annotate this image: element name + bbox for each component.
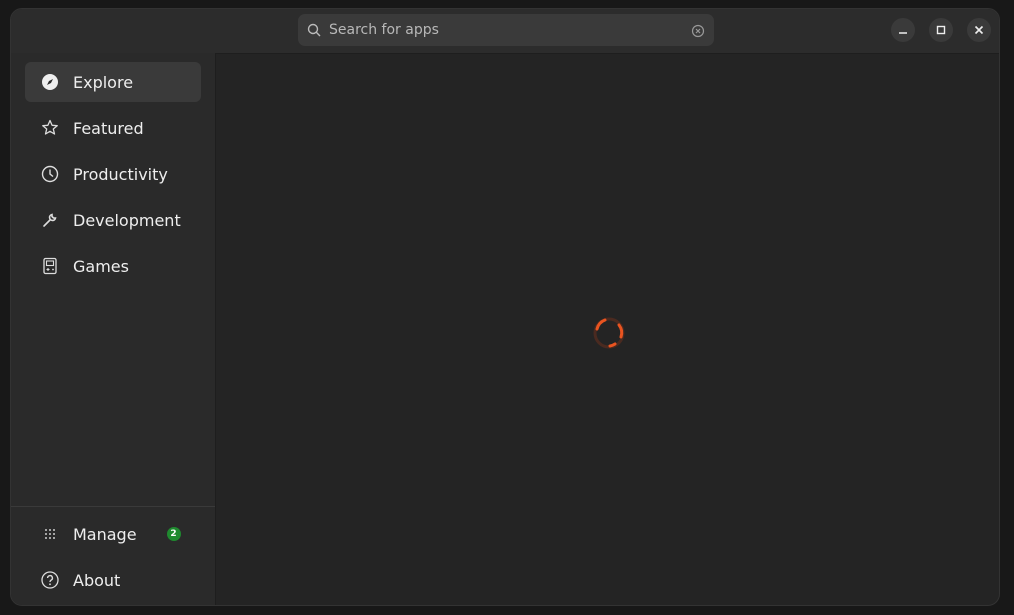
close-button[interactable]: [967, 18, 991, 42]
search-icon: [307, 22, 321, 41]
sidebar-item-featured[interactable]: Featured: [25, 108, 201, 148]
updates-badge: 2: [166, 527, 181, 541]
maximize-button[interactable]: [929, 18, 953, 42]
sidebar-divider: [11, 506, 215, 507]
sidebar-item-about[interactable]: About: [25, 560, 201, 600]
sidebar-item-explore[interactable]: Explore: [25, 62, 201, 102]
clear-search-icon[interactable]: [691, 23, 705, 42]
sidebar-item-label: Development: [73, 210, 181, 230]
star-icon: [40, 118, 60, 138]
sidebar-item-label: Featured: [73, 118, 144, 138]
sidebar-item-development[interactable]: Development: [25, 200, 201, 240]
loading-spinner: [591, 315, 627, 355]
header-bar: [11, 9, 999, 54]
sidebar: Explore Featured Productivity Developmen…: [11, 53, 216, 605]
app-window: Explore Featured Productivity Developmen…: [10, 8, 1000, 606]
compass-icon: [40, 72, 60, 92]
close-icon: [974, 25, 984, 35]
maximize-icon: [936, 25, 946, 35]
gameboy-icon: [40, 256, 60, 276]
sidebar-item-manage[interactable]: Manage 2: [25, 514, 201, 554]
sidebar-item-label: Productivity: [73, 164, 168, 184]
clock-icon: [40, 164, 60, 184]
search-field[interactable]: [298, 14, 714, 46]
sidebar-item-label: About: [73, 570, 121, 590]
sidebar-item-productivity[interactable]: Productivity: [25, 154, 201, 194]
sidebar-item-games[interactable]: Games: [25, 246, 201, 286]
help-icon: [40, 570, 60, 590]
grid-icon: [40, 524, 60, 544]
minimize-icon: [899, 32, 907, 34]
minimize-button[interactable]: [891, 18, 915, 42]
sidebar-item-label: Games: [73, 256, 129, 276]
search-input[interactable]: [329, 14, 679, 46]
sidebar-item-label: Explore: [73, 72, 134, 92]
sidebar-item-label: Manage: [73, 524, 137, 544]
wrench-icon: [40, 210, 60, 230]
